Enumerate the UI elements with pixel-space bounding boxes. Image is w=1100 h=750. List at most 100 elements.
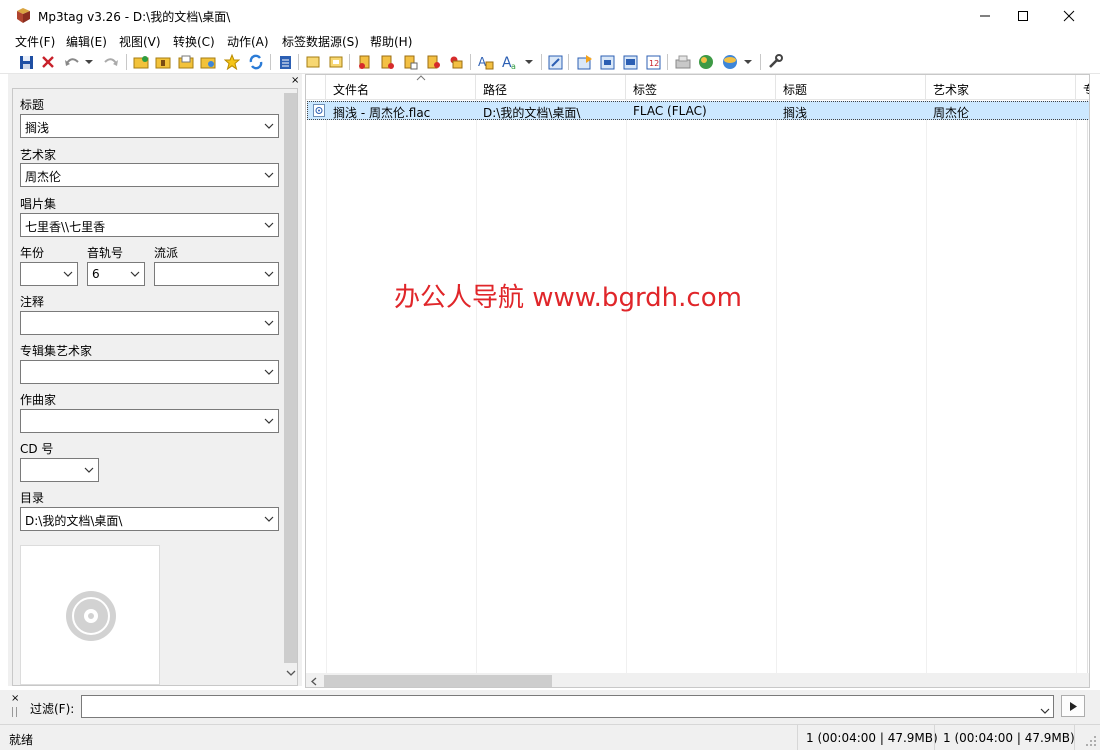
cut-icon: [306, 56, 320, 68]
cover-art[interactable]: [20, 545, 160, 685]
case-conversion-button[interactable]: A: [476, 53, 496, 71]
cut-tag-button[interactable]: [303, 53, 323, 71]
tag-text-button[interactable]: [446, 53, 466, 71]
chevron-down-icon: [525, 60, 533, 64]
chevron-down-icon[interactable]: [126, 263, 144, 285]
column-header-icon[interactable]: [306, 75, 326, 100]
filter-apply-button[interactable]: [1061, 695, 1085, 717]
export-button[interactable]: [574, 53, 594, 71]
chevron-down-icon[interactable]: [260, 508, 278, 530]
menu-convert[interactable]: 转换(C): [173, 33, 215, 50]
favorites-button[interactable]: [222, 53, 242, 71]
comment-field[interactable]: [20, 311, 279, 335]
copy-tag-button[interactable]: [326, 53, 346, 71]
case-convert-icon: A: [478, 55, 493, 70]
column-divider: [476, 100, 477, 674]
freedb-button[interactable]: [620, 53, 640, 71]
column-header-artist[interactable]: 艺术家: [926, 75, 1076, 100]
directory-label: 目录: [20, 491, 45, 505]
tag-panel-scrollbar[interactable]: [283, 89, 297, 685]
edit-tag-button[interactable]: [545, 53, 565, 71]
menu-file[interactable]: 文件(F): [15, 33, 55, 50]
close-button[interactable]: [1046, 0, 1092, 31]
close-icon: [1063, 10, 1075, 21]
filename-tag-button[interactable]: [377, 53, 397, 71]
panel-close-icon[interactable]: ×: [291, 76, 299, 86]
menu-tag-sources[interactable]: 标签数据源(S): [282, 33, 359, 50]
status-selected: 1 (00:04:00 | 47.9MB): [806, 731, 938, 745]
scrollbar-thumb[interactable]: [284, 93, 297, 663]
web-sources-menu-button[interactable]: [720, 53, 740, 71]
column-header-title[interactable]: 标题: [776, 75, 926, 100]
genre-field[interactable]: [154, 262, 279, 286]
track-value: 6: [92, 267, 100, 281]
year-field[interactable]: [20, 262, 78, 286]
track-field[interactable]: 6: [87, 262, 145, 286]
chevron-down-icon[interactable]: [1040, 703, 1050, 717]
track-label: 音轨号: [87, 246, 124, 260]
actions-dropdown[interactable]: [522, 53, 536, 71]
artist-field[interactable]: 周杰伦: [20, 163, 279, 187]
scroll-down-icon[interactable]: [286, 669, 296, 680]
chevron-down-icon[interactable]: [260, 410, 278, 432]
toolbar-separator: [298, 54, 299, 70]
actions-button[interactable]: Aa: [500, 53, 520, 71]
filter-input[interactable]: [81, 695, 1054, 718]
extended-tags-button[interactable]: [275, 53, 295, 71]
undo-button[interactable]: [62, 53, 82, 71]
directory-field[interactable]: D:\我的文档\桌面\: [20, 507, 279, 531]
album-field[interactable]: 七里香\\七里香: [20, 213, 279, 237]
text-tag-button[interactable]: [400, 53, 420, 71]
column-header-tag[interactable]: 标签: [626, 75, 776, 100]
menu-edit[interactable]: 编辑(E): [66, 33, 107, 50]
menu-help[interactable]: 帮助(H): [370, 33, 412, 50]
add-directory-button[interactable]: [153, 53, 173, 71]
refresh-button[interactable]: [246, 53, 266, 71]
chevron-down-icon[interactable]: [260, 115, 278, 137]
artist-value: 周杰伦: [25, 170, 62, 184]
resize-grip-icon[interactable]: [1085, 735, 1097, 747]
open-folder-button[interactable]: [198, 53, 218, 71]
undo-dropdown[interactable]: [82, 53, 96, 71]
chevron-down-icon[interactable]: [59, 263, 77, 285]
filter-close-icon[interactable]: ×: [11, 693, 19, 704]
title-field[interactable]: 搁浅: [20, 114, 279, 138]
options-button[interactable]: [765, 53, 785, 71]
web-source-button[interactable]: [696, 53, 716, 71]
web-sources-dropdown[interactable]: [741, 53, 755, 71]
tag-filename-button[interactable]: [355, 53, 375, 71]
chevron-down-icon[interactable]: [260, 312, 278, 334]
change-directory-button[interactable]: [131, 53, 151, 71]
column-divider: [326, 100, 327, 674]
file-list-scrollbar[interactable]: [306, 673, 1089, 687]
chevron-down-icon[interactable]: [260, 263, 278, 285]
chevron-down-icon[interactable]: [80, 459, 98, 481]
disc-label: CD 号: [20, 442, 54, 456]
disc-field[interactable]: [20, 458, 99, 482]
menu-view[interactable]: 视图(V): [119, 33, 161, 50]
composer-field[interactable]: [20, 409, 279, 433]
scrollbar-thumb[interactable]: [324, 675, 552, 687]
playlist-icon: [178, 55, 194, 69]
delete-button[interactable]: [38, 53, 58, 71]
playlist-export-button[interactable]: [597, 53, 617, 71]
chevron-down-icon[interactable]: [260, 164, 278, 186]
maximize-button[interactable]: [1000, 0, 1046, 31]
text-tag-icon: [404, 55, 418, 70]
album-artist-field[interactable]: [20, 360, 279, 384]
auto-numbering-button[interactable]: 12: [643, 53, 663, 71]
save-button[interactable]: [16, 53, 36, 71]
tag-tag-button[interactable]: [423, 53, 443, 71]
edit-icon: Aa: [502, 55, 516, 70]
column-header-album[interactable]: 专: [1076, 75, 1089, 100]
chevron-down-icon[interactable]: [260, 361, 278, 383]
chevron-down-icon[interactable]: [260, 214, 278, 236]
scroll-left-icon[interactable]: [310, 677, 317, 686]
redo-button[interactable]: [101, 53, 121, 71]
column-header-path[interactable]: 路径: [476, 75, 626, 100]
save-playlist-button[interactable]: [176, 53, 196, 71]
table-row[interactable]: 搁浅 - 周杰伦.flac D:\我的文档\桌面\ FLAC (FLAC) 搁浅…: [307, 101, 1089, 120]
column-header-filename[interactable]: 文件名: [326, 75, 476, 100]
menu-actions[interactable]: 动作(A): [227, 33, 269, 50]
database-button[interactable]: [673, 53, 693, 71]
